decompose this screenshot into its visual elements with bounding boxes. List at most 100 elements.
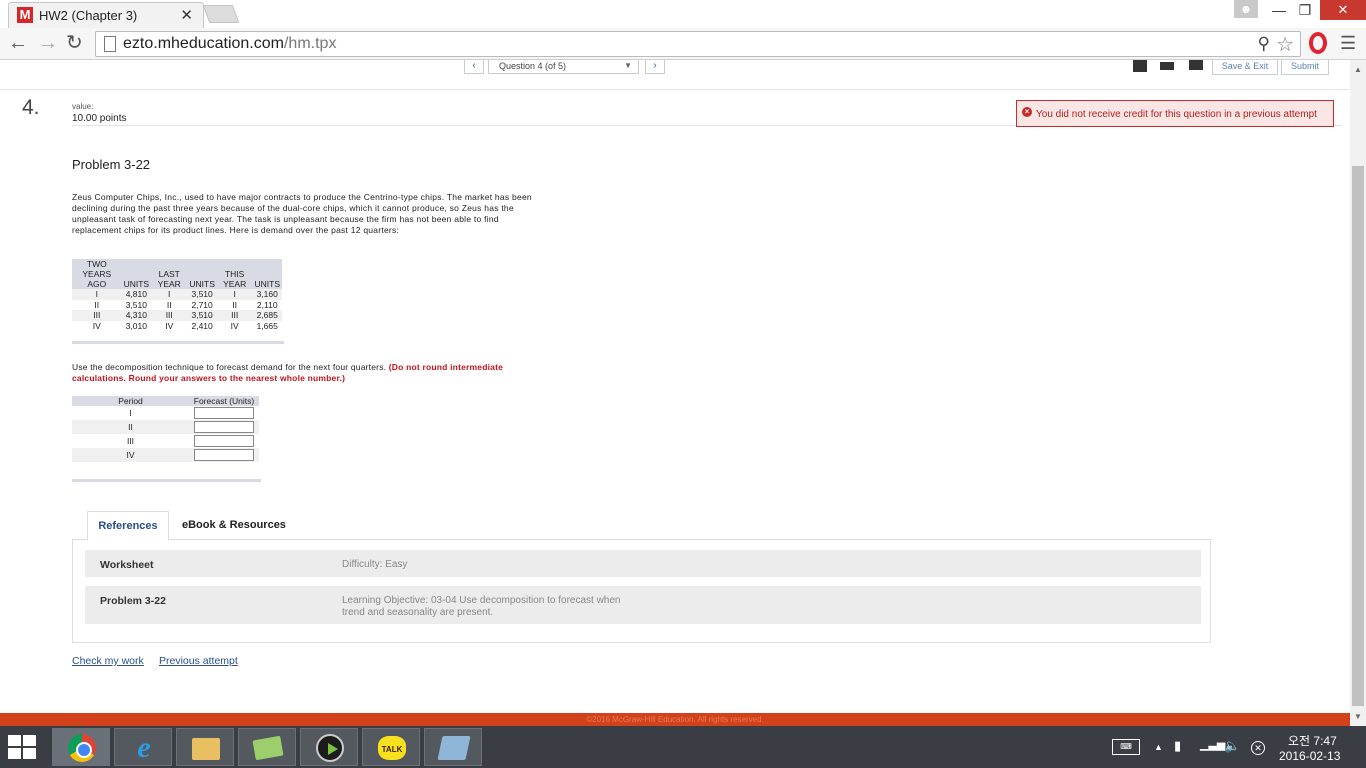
page-scrollbar[interactable]: ▲ ▼: [1350, 60, 1366, 726]
period-label: IV: [72, 448, 189, 462]
table-cell: I: [151, 289, 188, 300]
table-cell: 2,685: [252, 310, 282, 321]
table-row: I: [72, 406, 259, 420]
chrome-menu-icon[interactable]: ☰: [1340, 33, 1356, 54]
taskbar-internet-explorer[interactable]: e: [114, 728, 172, 766]
table-cell: 4,810: [121, 289, 152, 300]
taskbar-chrome[interactable]: [52, 728, 110, 766]
browser-toolbar: ← → ↻ ezto.mheducation.com/hm.tpx ⚲ ☆ ☰: [0, 28, 1366, 60]
question-select[interactable]: Question 4 (of 5) ▼: [488, 60, 639, 74]
next-question-button[interactable]: ›: [645, 60, 665, 74]
submit-button[interactable]: Submit: [1281, 60, 1329, 75]
window-restore-button[interactable]: ❐: [1292, 0, 1318, 20]
forecast-input-period-2[interactable]: [194, 421, 254, 433]
url-host: ezto.mheducation.com: [123, 35, 284, 52]
browser-tab[interactable]: M HW2 (Chapter 3) ✕: [8, 2, 204, 28]
table-row: IV 3,010 IV 2,410 IV 1,665: [72, 320, 282, 331]
table-cell: 2,110: [252, 299, 282, 310]
instruction-text: Use the decomposition technique to forec…: [72, 362, 387, 372]
show-hidden-icons-icon[interactable]: ▲: [1154, 742, 1163, 752]
taskbar-file-explorer[interactable]: [176, 728, 234, 766]
scroll-up-icon[interactable]: ▲: [1354, 65, 1362, 74]
scroll-down-icon[interactable]: ▼: [1354, 712, 1362, 721]
forecast-input-period-4[interactable]: [194, 449, 254, 461]
mcgraw-hill-favicon-icon: M: [17, 7, 33, 23]
tab-ebook-resources[interactable]: eBook & Resources: [182, 519, 286, 531]
clock-time[interactable]: 오전 7:47: [1288, 732, 1337, 749]
check-my-work-link[interactable]: Check my work: [72, 655, 144, 667]
table-cell: 3,010: [121, 320, 152, 331]
previous-question-button[interactable]: ‹: [464, 60, 484, 74]
zoom-icon[interactable]: ⚲: [1258, 34, 1270, 54]
table-cell: 4,310: [121, 310, 152, 321]
signal-icon[interactable]: ▁▃▅: [1200, 738, 1225, 751]
value-points: 10.00 points: [72, 113, 127, 124]
table-underline: [72, 479, 261, 482]
table-underline: [72, 341, 284, 344]
close-notification-icon[interactable]: ✕: [1251, 741, 1265, 755]
references-panel: Worksheet Difficulty: Easy Problem 3-22 …: [72, 539, 1211, 643]
taskbar-sticky-notes[interactable]: [238, 728, 296, 766]
taskbar-kakaotalk[interactable]: TALK: [362, 728, 420, 766]
tab-references[interactable]: References: [87, 511, 169, 540]
column-header: THIS YEAR: [216, 259, 253, 289]
notepad-icon: [437, 736, 471, 760]
address-bar[interactable]: ezto.mheducation.com/hm.tpx ⚲ ☆: [95, 31, 1301, 57]
keyboard-icon[interactable]: ⌨: [1112, 739, 1140, 755]
taskbar-media-player[interactable]: [300, 728, 358, 766]
windows-start-icon[interactable]: [8, 735, 38, 761]
user-profile-icon[interactable]: ☻: [1234, 0, 1258, 18]
kakaotalk-icon: TALK: [378, 736, 406, 760]
url-text[interactable]: ezto.mheducation.com/hm.tpx: [123, 35, 336, 53]
reference-value: Difficulty: Easy: [342, 559, 408, 570]
save-exit-button[interactable]: Save & Exit: [1212, 60, 1278, 75]
table-cell: 3,510: [187, 310, 217, 321]
forecast-input-period-3[interactable]: [194, 435, 254, 447]
print-icon[interactable]: [1160, 62, 1174, 70]
window-close-button[interactable]: ✕: [1320, 0, 1366, 20]
volume-icon[interactable]: 🔈: [1224, 738, 1240, 754]
table-cell: II: [151, 299, 188, 310]
column-header: UNITS: [187, 259, 217, 289]
table-row: III: [72, 434, 259, 448]
clock-date[interactable]: 2016-02-13: [1279, 749, 1340, 763]
printer-icon[interactable]: [1189, 60, 1203, 70]
network-icon[interactable]: ▮: [1174, 738, 1181, 754]
tab-close-icon[interactable]: ✕: [180, 6, 193, 24]
reference-name: Problem 3-22: [100, 595, 166, 607]
window-minimize-button[interactable]: —: [1266, 0, 1292, 20]
table-cell: II: [216, 299, 253, 310]
ebook-icon[interactable]: [1133, 60, 1147, 72]
reference-row: Worksheet Difficulty: Easy: [85, 550, 1201, 577]
column-header: UNITS: [121, 259, 152, 289]
previous-attempt-alert: × You did not receive credit for this qu…: [1016, 100, 1334, 127]
period-label: II: [72, 420, 189, 434]
table-cell: III: [151, 310, 188, 321]
table-cell: 2,710: [187, 299, 217, 310]
opera-extension-icon[interactable]: [1309, 32, 1327, 54]
taskbar-notepad[interactable]: [424, 728, 482, 766]
reference-name: Worksheet: [100, 559, 154, 571]
column-header: LAST YEAR: [151, 259, 188, 289]
table-row: IV: [72, 448, 259, 462]
period-column-header: Period: [72, 396, 189, 406]
new-tab-button[interactable]: [202, 5, 240, 23]
table-cell: 3,510: [187, 289, 217, 300]
forecast-table-header: Period Forecast (Units): [72, 396, 259, 406]
reload-icon[interactable]: ↻: [66, 32, 83, 54]
period-label: III: [72, 434, 189, 448]
value-label: value:: [72, 102, 94, 111]
folder-icon: [192, 738, 220, 760]
forecast-table: Period Forecast (Units) I II III IV: [72, 396, 259, 462]
back-arrow-icon[interactable]: ←: [8, 32, 28, 54]
table-cell: IV: [151, 320, 188, 331]
forward-arrow-icon[interactable]: →: [38, 32, 58, 54]
scroll-thumb[interactable]: [1352, 166, 1364, 706]
previous-attempt-link[interactable]: Previous attempt: [159, 655, 238, 667]
table-cell: IV: [72, 320, 122, 331]
demand-table-header: TWO YEARS AGO UNITS LAST YEAR UNITS THIS…: [72, 259, 282, 289]
table-cell: I: [72, 289, 122, 300]
table-cell: 3,510: [121, 299, 152, 310]
forecast-input-period-1[interactable]: [194, 407, 254, 419]
bookmark-star-icon[interactable]: ☆: [1276, 32, 1294, 57]
